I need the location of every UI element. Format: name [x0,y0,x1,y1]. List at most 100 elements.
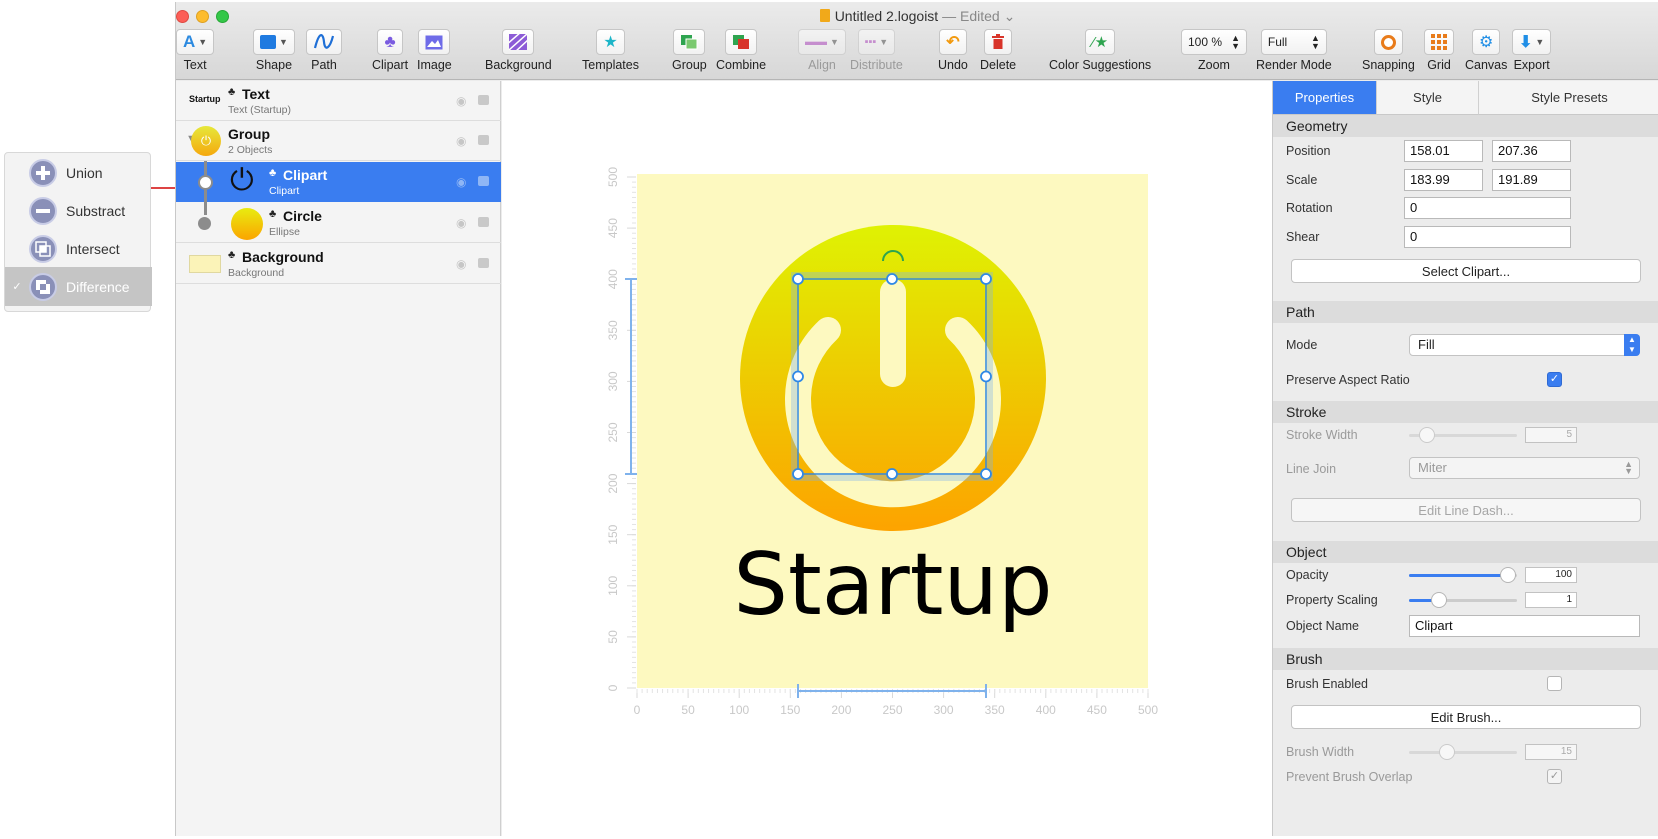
combine-tool[interactable]: Combine [716,29,766,72]
lock-icon[interactable] [478,258,489,268]
app-window: Untitled 2.logoist — Edited ⌄ A ▼ Text ▼ … [175,2,1658,836]
layer-thumbnail [231,208,263,240]
x-ruler-label: 0 [634,703,641,717]
layer-row-group[interactable]: ▼ ⏻ Group 2 Objects ◉ [176,121,501,161]
resize-handle[interactable] [792,468,804,480]
scale-x-input[interactable]: 183.99 [1404,169,1483,191]
resize-handle[interactable] [792,370,804,383]
logo-text[interactable]: Startup [733,535,1052,635]
opacity-label: Opacity [1286,568,1329,582]
stroke-width-value[interactable]: 5 [1525,427,1577,443]
resize-handle[interactable] [792,273,804,285]
render-mode-control[interactable]: Full ▲ ▼ Render Mode [1256,29,1332,72]
eye-icon[interactable]: ◉ [456,216,466,230]
lock-icon[interactable] [478,217,489,227]
canvas-settings-button[interactable]: ⚙ Canvas [1465,29,1507,72]
tab-style[interactable]: Style [1377,81,1479,115]
brush-width-value[interactable]: 15 [1525,744,1577,760]
eye-icon[interactable]: ◉ [456,257,466,271]
layer-row-circle[interactable]: ♣ Circle Ellipse ◉ [176,203,501,243]
canvas-svg[interactable]: 0 50 100 150 200 250 300 350 400 450 500 0 50 100 150… [502,81,1272,836]
export-button[interactable]: ⬇ ▼ Export [1512,29,1552,72]
undo-button[interactable]: ↶ Undo [938,29,968,72]
slider-knob[interactable] [1419,427,1435,443]
resize-handle[interactable] [980,370,992,383]
x-ruler-label: 200 [831,703,851,717]
layer-row-background[interactable]: ♣ Background Background ◉ [176,244,501,284]
lock-icon[interactable] [478,135,489,145]
grid-toggle[interactable]: Grid [1424,29,1454,72]
snapping-toggle[interactable]: Snapping [1362,29,1415,72]
tab-properties[interactable]: Properties [1273,81,1377,115]
slider-knob[interactable] [1439,744,1455,760]
intersect-icon [29,234,57,263]
background-tool[interactable]: Background [485,29,552,72]
image-tool[interactable]: Image [417,29,452,72]
delete-button[interactable]: Delete [980,29,1016,72]
lock-icon[interactable] [478,95,489,105]
layer-subtitle: Ellipse [269,226,300,238]
zoom-control[interactable]: 100 % ▲ ▼ Zoom [1181,29,1247,72]
snapping-icon [1380,34,1396,50]
edit-line-dash-button[interactable]: Edit Line Dash... [1291,498,1641,522]
opacity-slider[interactable] [1409,567,1517,583]
property-scaling-slider[interactable] [1409,592,1517,608]
path-tool[interactable]: Path [306,29,342,72]
clipart-tool[interactable]: ♣ Clipart [372,29,408,72]
section-geometry: Geometry [1273,115,1658,137]
templates-tool[interactable]: ★ Templates [582,29,639,72]
position-x-input[interactable]: 158.01 [1404,140,1483,162]
line-join-select[interactable]: Miter ▲ ▼ [1409,457,1640,479]
lock-icon[interactable] [478,176,489,186]
menu-item-difference[interactable]: ✓ Difference [5,267,152,306]
layer-row-text[interactable]: Startup ♣ Text Text (Startup) ◉ [176,81,501,121]
resize-handle[interactable] [980,273,992,285]
magic-wand-icon: ⁄★ [1092,34,1109,51]
eye-icon[interactable]: ◉ [456,94,466,108]
shape-tool[interactable]: ▼ Shape [253,29,295,72]
menu-item-substract[interactable]: Substract [5,191,152,230]
mode-select[interactable]: Fill ▲ ▼ [1409,334,1640,356]
object-name-input[interactable]: Clipart [1409,615,1640,637]
resize-handle[interactable] [886,468,898,480]
prevent-overlap-checkbox[interactable]: ✓ [1547,769,1562,784]
menu-item-intersect[interactable]: Intersect [5,229,152,268]
shear-label: Shear [1286,230,1320,244]
y-ruler-label: 250 [606,422,620,442]
brush-enabled-checkbox[interactable] [1547,676,1562,691]
checkmark-icon: ✓ [1549,373,1560,385]
properties-panel: Properties Style Style Presets Geometry … [1272,81,1658,836]
chevron-down-icon: ▼ [279,37,288,47]
combine-mode-handle[interactable] [198,175,213,190]
line-join-label: Line Join [1286,462,1337,476]
path-icon [313,34,335,49]
distribute-tool[interactable]: ▪▪▪ ▼ Distribute [850,29,903,72]
slider-knob[interactable] [1500,567,1517,583]
preserve-aspect-checkbox[interactable]: ✓ [1547,372,1562,387]
resize-handle[interactable] [980,468,992,480]
text-tool[interactable]: A ▼ Text [176,29,215,72]
shear-input[interactable]: 0 [1404,226,1571,248]
position-y-input[interactable]: 207.36 [1492,140,1571,162]
scale-y-input[interactable]: 191.89 [1492,169,1571,191]
resize-handle[interactable] [886,273,898,285]
slider-knob[interactable] [1431,592,1448,608]
menu-item-union[interactable]: Union [5,153,152,192]
canvas-area[interactable]: 0 50 100 150 200 250 300 350 400 450 500 0 50 100 150… [502,81,1272,836]
stroke-width-slider[interactable] [1409,427,1517,443]
select-clipart-button[interactable]: Select Clipart... [1291,259,1641,283]
eye-icon[interactable]: ◉ [456,134,466,148]
eye-icon[interactable]: ◉ [456,175,466,189]
color-suggestions-button[interactable]: ⁄★ Color Suggestions [1049,29,1151,72]
layer-row-clipart[interactable]: ⏻ ♣ Clipart Clipart ◉ [176,162,501,202]
rotation-input[interactable]: 0 [1404,197,1571,219]
opacity-value[interactable]: 100 [1525,567,1577,583]
align-tool[interactable]: ▬▬ ▼ Align [798,29,846,72]
property-scaling-value[interactable]: 1 [1525,592,1577,608]
brush-width-slider[interactable] [1409,744,1517,760]
x-ruler-label: 150 [780,703,800,717]
group-tool[interactable]: Group [672,29,707,72]
y-ruler-label: 350 [606,320,620,340]
edit-brush-button[interactable]: Edit Brush... [1291,705,1641,729]
tab-style-presets[interactable]: Style Presets [1479,81,1658,115]
